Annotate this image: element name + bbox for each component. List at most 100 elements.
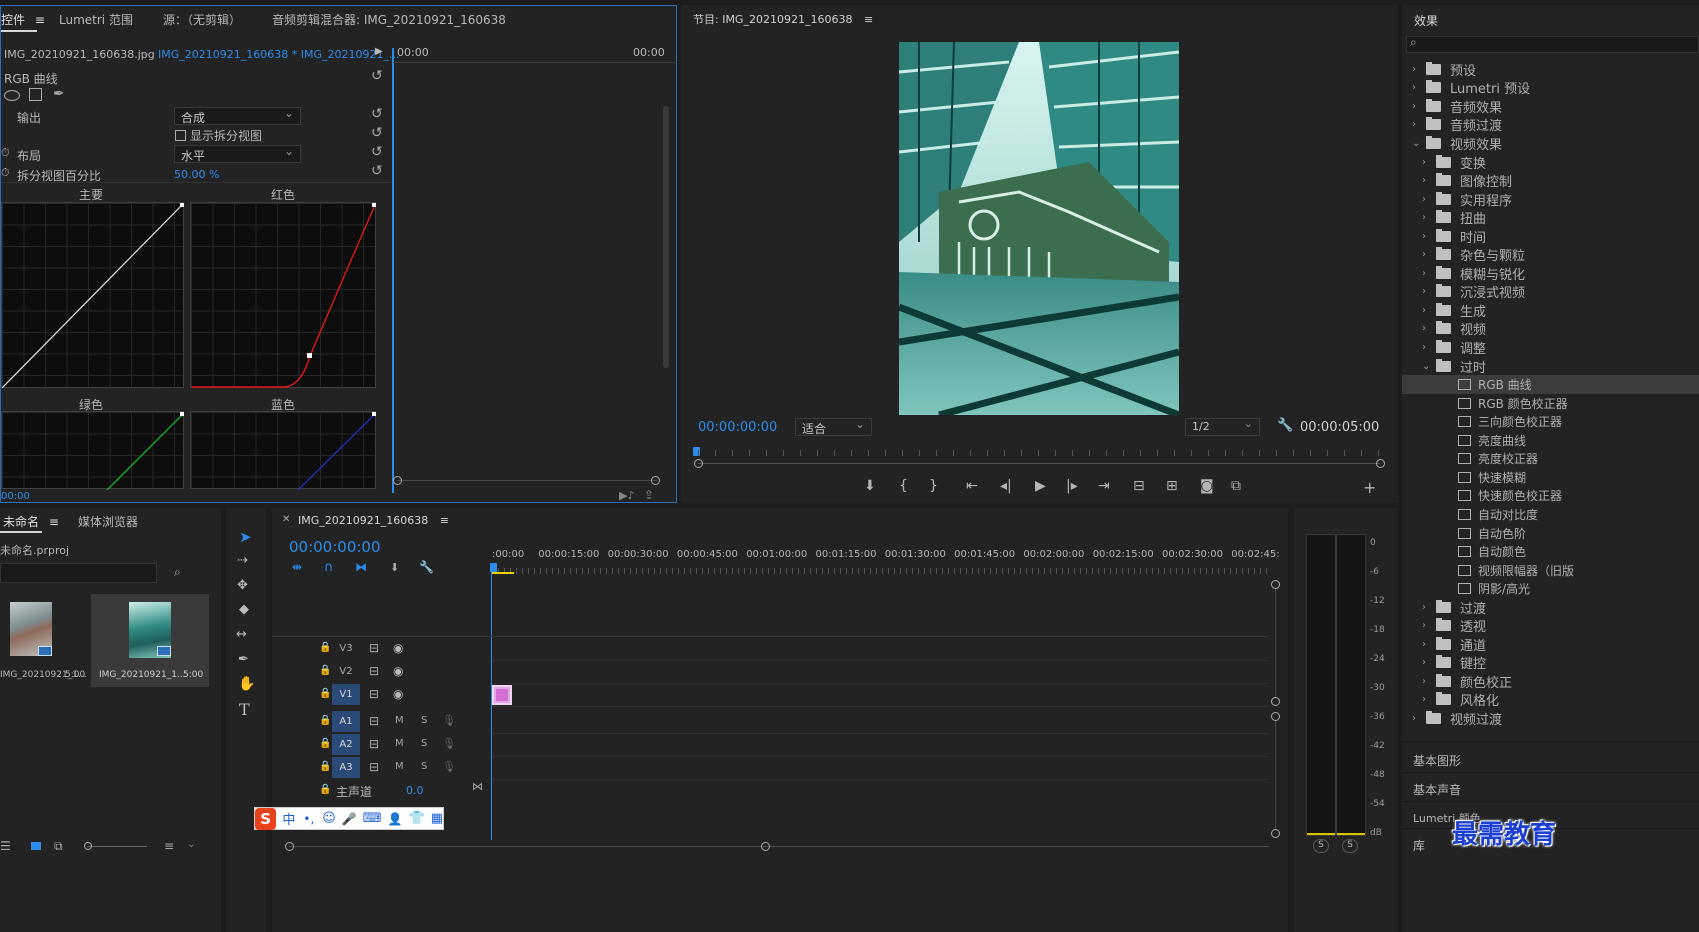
selection-tool-icon[interactable]: ➤ bbox=[239, 528, 252, 546]
effect-folder[interactable]: › 视频 bbox=[1402, 320, 1699, 338]
red-curve-graph[interactable] bbox=[190, 202, 376, 388]
effect-folder[interactable]: › 颜色校正 bbox=[1402, 672, 1699, 691]
effect-item[interactable]: 视频限幅器（旧版 bbox=[1402, 561, 1699, 580]
linked-selection-icon[interactable]: ⧓ bbox=[355, 560, 367, 574]
effect-item[interactable]: 亮度曲线 bbox=[1402, 431, 1699, 450]
reset-split-icon[interactable]: ↺ bbox=[371, 125, 383, 141]
extract-icon[interactable]: ⊞ bbox=[1166, 478, 1178, 494]
project-search-input[interactable] bbox=[0, 563, 157, 583]
pen-tool-icon[interactable]: ✒ bbox=[238, 652, 249, 667]
zoom-handle-right[interactable] bbox=[1376, 459, 1385, 468]
panel-essential-sound[interactable]: 基本声音 bbox=[1413, 781, 1461, 798]
reset-percent-icon[interactable]: ↺ bbox=[371, 163, 383, 179]
panel-essential-graphics[interactable]: 基本图形 bbox=[1413, 752, 1461, 769]
tab-effect-controls[interactable]: 控件 ≡ bbox=[1, 11, 45, 28]
reset-layout-icon[interactable]: ↺ bbox=[371, 144, 383, 160]
show-split-checkbox[interactable] bbox=[175, 130, 186, 141]
tab-media-browser[interactable]: 媒体浏览器 bbox=[78, 513, 138, 530]
punctuation-icon[interactable]: •, bbox=[303, 812, 314, 826]
chevron-down-icon[interactable]: ⌄ bbox=[187, 839, 195, 850]
sort-icon[interactable]: ≡ bbox=[164, 839, 174, 853]
lock-icon[interactable]: 🔒 bbox=[319, 688, 331, 699]
chevron-right-icon[interactable]: › bbox=[1422, 194, 1436, 205]
chevron-right-icon[interactable]: › bbox=[1422, 342, 1436, 353]
audio-track-target[interactable]: A3 bbox=[332, 757, 360, 778]
snap-icon[interactable]: ∩ bbox=[324, 560, 334, 575]
video-track[interactable]: 🔒 V1 ⊟ ◉ bbox=[272, 684, 1268, 708]
reset-output-icon[interactable]: ↺ bbox=[371, 106, 383, 122]
video-track[interactable]: 🔒 V2 ⊟ ◉ bbox=[272, 661, 1268, 685]
blue-curve-graph[interactable] bbox=[190, 411, 376, 490]
chevron-right-icon[interactable]: › bbox=[1422, 657, 1436, 668]
effect-folder[interactable]: › 实用程序 bbox=[1402, 190, 1699, 209]
microphone-icon[interactable]: 🎤 bbox=[342, 812, 357, 826]
ripple-edit-tool-icon[interactable]: ✥ bbox=[237, 578, 248, 593]
project-item[interactable]: IMG_20210921_1... 5:00 bbox=[0, 596, 87, 686]
chevron-right-icon[interactable]: › bbox=[1422, 268, 1436, 279]
effect-item[interactable]: 阴影/高光 bbox=[1402, 579, 1699, 598]
solo-left-button[interactable]: S bbox=[1313, 839, 1329, 853]
effect-folder[interactable]: › 音频效果 bbox=[1402, 97, 1699, 116]
stopwatch-icon[interactable]: ⏱ bbox=[1, 166, 10, 180]
effect-folder[interactable]: › 生成 bbox=[1402, 301, 1699, 320]
resolution-select[interactable]: 1/2 bbox=[1185, 417, 1260, 436]
lock-icon[interactable]: 🔒 bbox=[319, 761, 331, 772]
effect-folder[interactable]: › 杂色与颗粒 bbox=[1402, 246, 1699, 264]
effect-folder[interactable]: › 风格化 bbox=[1402, 691, 1699, 709]
zoom-slider[interactable] bbox=[87, 846, 147, 847]
work-area-bar[interactable] bbox=[492, 572, 514, 574]
program-video-frame[interactable] bbox=[899, 42, 1179, 415]
chevron-right-icon[interactable]: › bbox=[1412, 82, 1426, 93]
master-track-value[interactable]: 0.0 bbox=[406, 784, 424, 797]
type-tool-icon[interactable]: T bbox=[239, 700, 250, 719]
effect-folder[interactable]: › 变换 bbox=[1402, 153, 1699, 172]
step-forward-icon[interactable]: |▸ bbox=[1066, 478, 1078, 494]
audio-track[interactable]: 🔒 A3 ⊟ M S 🎙 bbox=[272, 757, 1268, 780]
video-track-target[interactable]: V3 bbox=[332, 638, 360, 659]
vertical-zoom-handle[interactable] bbox=[1271, 697, 1280, 706]
chevron-right-icon[interactable]: › bbox=[1422, 602, 1436, 613]
effect-item[interactable]: 自动色阶 bbox=[1402, 524, 1699, 543]
mute-button[interactable]: M bbox=[395, 761, 404, 772]
vertical-scrollbar[interactable] bbox=[663, 106, 669, 368]
chevron-right-icon[interactable]: › bbox=[1422, 175, 1436, 186]
lock-icon[interactable]: 🔒 bbox=[319, 642, 331, 653]
zoom-slider-handle[interactable] bbox=[84, 842, 92, 850]
green-curve-graph[interactable] bbox=[1, 411, 184, 490]
keyboard-icon[interactable]: ⌨ bbox=[363, 811, 382, 826]
mark-out-icon[interactable]: } bbox=[929, 478, 938, 494]
vertical-zoom-handle[interactable] bbox=[1271, 829, 1280, 838]
program-title[interactable]: 节目: IMG_20210921_160638 ≡ bbox=[693, 11, 873, 27]
chevron-right-icon[interactable]: › bbox=[1422, 231, 1436, 242]
audio-track-target[interactable]: A1 bbox=[332, 710, 360, 732]
pen-mask-icon[interactable]: ✒ bbox=[53, 86, 65, 102]
eye-icon[interactable]: ◉ bbox=[393, 664, 403, 678]
program-timecode[interactable]: 00:00:00:00 bbox=[698, 420, 777, 435]
eye-icon[interactable]: ◉ bbox=[393, 641, 403, 655]
sequence-clip-selector[interactable]: IMG_20210921_160638 * IMG_20210921_... bbox=[158, 48, 399, 61]
user-icon[interactable]: 👤 bbox=[388, 812, 403, 826]
audio-track[interactable]: 🔒 A2 ⊟ M S 🎙 bbox=[272, 733, 1268, 757]
wrench-icon[interactable]: 🔧 bbox=[1277, 418, 1293, 433]
effect-folder[interactable]: › 时间 bbox=[1402, 227, 1699, 246]
go-to-in-icon[interactable]: ⇤ bbox=[966, 478, 978, 494]
effect-folder[interactable]: › 沉浸式视频 bbox=[1402, 283, 1699, 301]
chevron-right-icon[interactable]: › bbox=[1422, 212, 1436, 223]
go-to-out-icon[interactable]: ⇥ bbox=[1098, 478, 1110, 494]
zoom-handle-left[interactable] bbox=[694, 459, 703, 468]
effect-folder[interactable]: › 扭曲 bbox=[1402, 208, 1699, 227]
timeline-timecode[interactable]: 00:00:00:00 bbox=[289, 538, 381, 556]
chevron-right-icon[interactable]: › bbox=[1412, 101, 1426, 112]
timeline-playhead[interactable] bbox=[490, 563, 497, 572]
track-select-tool-icon[interactable]: ⇢ bbox=[237, 553, 248, 568]
mini-playhead[interactable] bbox=[392, 48, 394, 493]
timeline-settings-icon[interactable]: 🔧 bbox=[419, 560, 434, 574]
solo-right-button[interactable]: S bbox=[1342, 839, 1358, 853]
chevron-right-icon[interactable]: › bbox=[1422, 249, 1436, 260]
chevron-right-icon[interactable]: › bbox=[1412, 119, 1426, 130]
scroll-handle-right[interactable] bbox=[761, 842, 770, 851]
horizontal-scrollbar[interactable] bbox=[289, 846, 1269, 847]
effect-folder[interactable]: › 调整 bbox=[1402, 338, 1699, 357]
video-track[interactable]: 🔒 V3 ⊟ ◉ bbox=[272, 638, 1268, 661]
tab-audio-clip-mixer[interactable]: 音频剪辑混合器: IMG_20210921_160638 bbox=[272, 11, 506, 28]
